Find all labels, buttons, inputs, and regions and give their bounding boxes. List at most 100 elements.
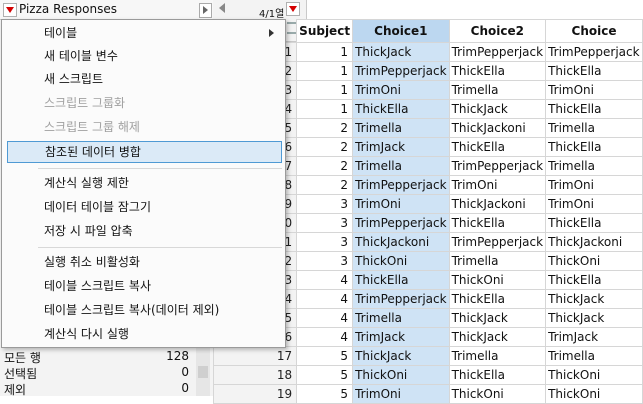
cell-subject[interactable]: 1 — [296, 99, 354, 119]
cell-choice2[interactable]: ThickElla — [448, 289, 547, 309]
cell-choice2[interactable]: TrimPepperjack — [448, 42, 547, 62]
cell-choice1[interactable]: TrimOni — [352, 80, 450, 100]
cell-choice2[interactable]: ThickJackoni — [448, 194, 547, 214]
cell-choice1[interactable]: ThickOni — [352, 365, 450, 385]
collapse-panel-icon[interactable] — [199, 3, 212, 18]
cell-choice[interactable]: TrimOni — [545, 80, 643, 100]
cell-choice[interactable]: ThickJackoni — [545, 232, 643, 252]
cell-subject[interactable]: 1 — [296, 42, 354, 62]
menu-item-new-table-variable[interactable]: 새 테이블 변수 — [7, 45, 282, 67]
cell-subject[interactable]: 1 — [296, 80, 354, 100]
cell-choice1[interactable]: TrimPepperjack — [352, 289, 450, 309]
row-number[interactable]: 18 — [212, 365, 298, 385]
cell-choice1[interactable]: TrimJack — [352, 327, 450, 347]
menu-item-suppress-formula-eval[interactable]: 계산식 실행 제한 — [7, 172, 282, 194]
cell-choice[interactable]: ThickOni — [545, 365, 643, 385]
cell-choice1[interactable]: TrimPepperjack — [352, 213, 450, 233]
cell-subject[interactable]: 3 — [296, 213, 354, 233]
scrollbar-thumb[interactable] — [198, 366, 208, 378]
cell-choice[interactable]: ThickOni — [545, 251, 643, 271]
row-number[interactable]: 17 — [212, 346, 298, 366]
cell-choice1[interactable]: TrimPepperjack — [352, 175, 450, 195]
cell-subject[interactable]: 2 — [296, 175, 354, 195]
menu-item-rerun-formulas[interactable]: 계산식 다시 실행 — [7, 323, 282, 345]
cell-choice[interactable]: ThickElla — [545, 213, 643, 233]
cell-choice1[interactable]: Trimella — [352, 308, 450, 328]
cell-choice1[interactable]: ThickElla — [352, 270, 450, 290]
cell-subject[interactable]: 2 — [296, 118, 354, 138]
cell-choice[interactable]: TrimJack — [545, 327, 643, 347]
cell-choice1[interactable]: ThickOni — [352, 251, 450, 271]
cell-subject[interactable]: 5 — [296, 384, 354, 404]
menu-item-disable-undo[interactable]: 실행 취소 비활성화 — [7, 251, 282, 273]
cell-choice2[interactable]: ThickJack — [448, 99, 547, 119]
cell-choice1[interactable]: Trimella — [352, 118, 450, 138]
cell-choice2[interactable]: ThickJackoni — [448, 118, 547, 138]
cell-choice1[interactable]: TrimOni — [352, 194, 450, 214]
cell-choice2[interactable]: TrimOni — [448, 175, 547, 195]
cell-choice[interactable]: Trimella — [545, 346, 643, 366]
cell-subject[interactable]: 3 — [296, 232, 354, 252]
menu-item-table[interactable]: 테이블 — [7, 22, 282, 44]
cell-subject[interactable]: 5 — [296, 346, 354, 366]
cell-subject[interactable]: 5 — [296, 365, 354, 385]
column-header-subject[interactable]: Subject — [296, 19, 354, 43]
table-row[interactable]: 18 5 ThickOni ThickElla ThickOni — [212, 365, 643, 385]
cell-choice2[interactable]: ThickJack — [448, 327, 547, 347]
cell-choice2[interactable]: TrimPepperjack — [448, 156, 547, 176]
column-header-choice1[interactable]: Choice1 — [352, 19, 450, 43]
cell-choice1[interactable]: TrimPepperjack — [352, 61, 450, 81]
cell-choice[interactable]: ThickOni — [545, 384, 643, 404]
table-row[interactable]: 19 5 TrimOni ThickOni ThickOni — [212, 384, 643, 404]
scroll-left-icon[interactable] — [219, 3, 225, 13]
cell-subject[interactable]: 1 — [296, 61, 354, 81]
cell-subject[interactable]: 3 — [296, 194, 354, 214]
cell-choice2[interactable]: ThickOni — [448, 384, 547, 404]
cell-choice2[interactable]: ThickElla — [448, 365, 547, 385]
cell-choice[interactable]: ThickElla — [545, 270, 643, 290]
cell-choice1[interactable]: Trimella — [352, 156, 450, 176]
cell-choice1[interactable]: TrimOni — [352, 384, 450, 404]
menu-item-new-script[interactable]: 새 스크립트 — [7, 68, 282, 90]
cell-choice2[interactable]: ThickElla — [448, 213, 547, 233]
cell-choice2[interactable]: ThickJack — [448, 308, 547, 328]
cell-choice[interactable]: Trimella — [545, 156, 643, 176]
cell-choice1[interactable]: ThickJack — [352, 346, 450, 366]
cell-subject[interactable]: 4 — [296, 289, 354, 309]
cell-subject[interactable]: 4 — [296, 270, 354, 290]
menu-item-copy-table-script[interactable]: 테이블 스크립트 복사 — [7, 275, 282, 297]
cell-choice[interactable]: Trimella — [545, 118, 643, 138]
cell-choice[interactable]: ThickJack — [545, 289, 643, 309]
menu-item-merge-referenced-data[interactable]: 참조된 데이터 병합 — [7, 141, 282, 163]
row-number[interactable]: 19 — [212, 384, 298, 404]
cell-choice[interactable]: TrimOni — [545, 194, 643, 214]
cell-choice1[interactable]: TrimJack — [352, 137, 450, 157]
cell-choice[interactable]: ThickElla — [545, 99, 643, 119]
table-row[interactable]: 17 5 ThickJack Trimella Trimella — [212, 346, 643, 366]
cell-subject[interactable]: 4 — [296, 308, 354, 328]
cell-choice[interactable]: ThickElla — [545, 61, 643, 81]
cell-choice2[interactable]: TrimPepperjack — [448, 232, 547, 252]
panel-scrollbar[interactable] — [196, 348, 210, 396]
cell-choice1[interactable]: ThickJackoni — [352, 232, 450, 252]
cell-choice2[interactable]: ThickOni — [448, 270, 547, 290]
column-header-choice[interactable]: Choice — [545, 19, 643, 43]
column-header-choice2[interactable]: Choice2 — [448, 19, 547, 43]
cell-subject[interactable]: 4 — [296, 327, 354, 347]
menu-item-compress-file[interactable]: 저장 시 파일 압축 — [7, 220, 282, 242]
cell-choice2[interactable]: Trimella — [448, 80, 547, 100]
cell-choice[interactable]: TrimOni — [545, 175, 643, 195]
cell-choice[interactable]: ThickJack — [545, 308, 643, 328]
cell-choice[interactable]: ThickElla — [545, 137, 643, 157]
cell-subject[interactable]: 2 — [296, 137, 354, 157]
cell-choice1[interactable]: ThickJack — [352, 42, 450, 62]
cell-choice2[interactable]: Trimella — [448, 346, 547, 366]
cell-choice2[interactable]: ThickElla — [448, 61, 547, 81]
cell-subject[interactable]: 2 — [296, 156, 354, 176]
cell-subject[interactable]: 3 — [296, 251, 354, 271]
columns-menu-icon[interactable] — [286, 2, 300, 16]
red-triangle-menu-icon[interactable] — [3, 3, 17, 17]
menu-item-lock-data-table[interactable]: 데이터 테이블 잠그기 — [7, 196, 282, 218]
cell-choice[interactable]: TrimPepperjack — [545, 42, 643, 62]
cell-choice2[interactable]: Trimella — [448, 251, 547, 271]
